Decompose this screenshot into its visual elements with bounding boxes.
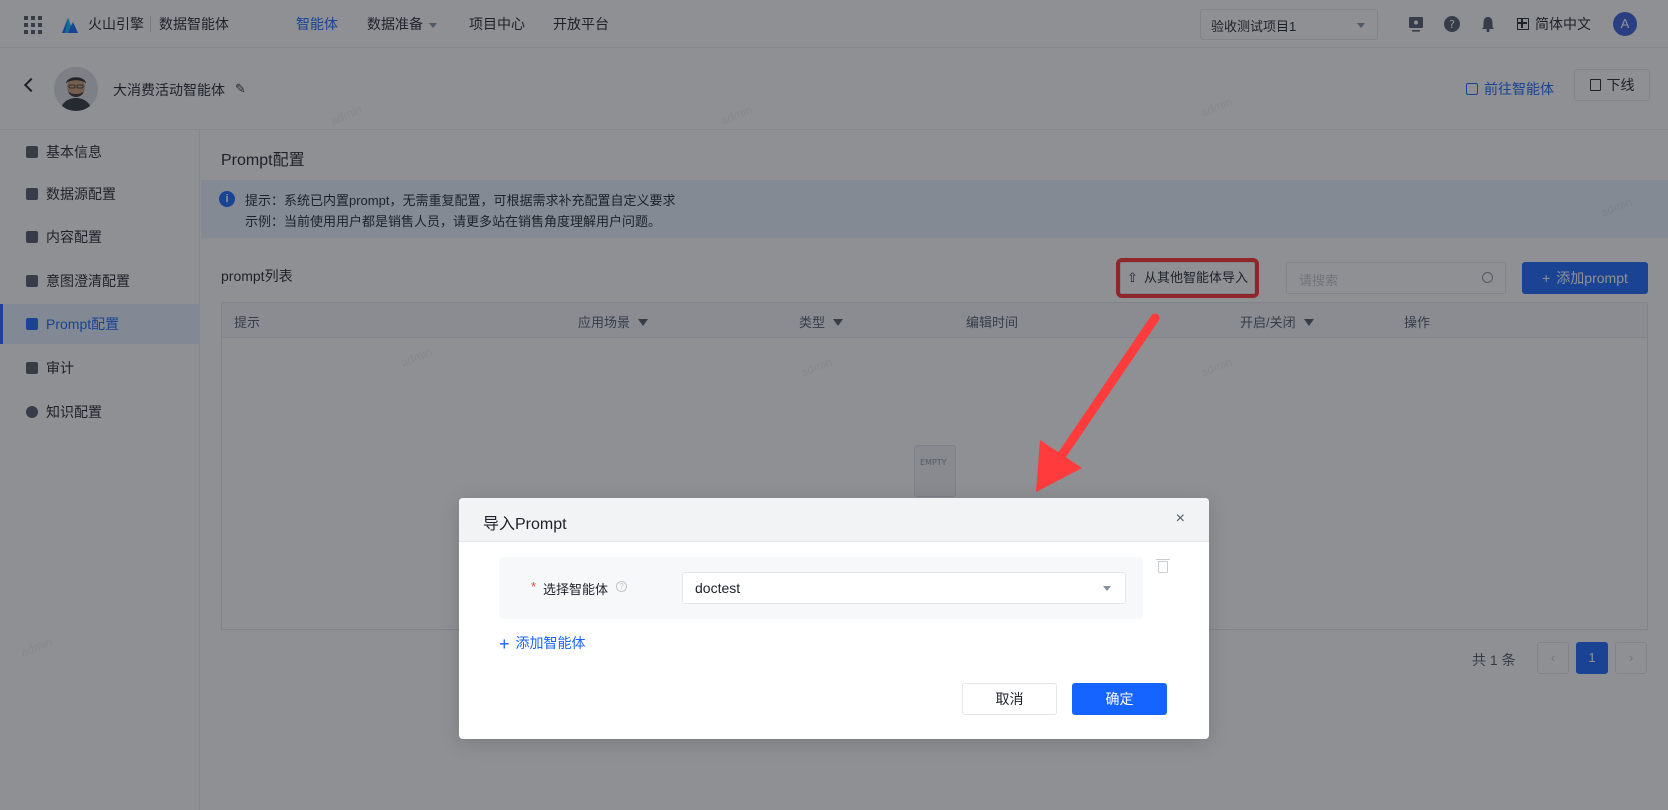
required-marker: *: [531, 579, 537, 594]
agent-select-label: 选择智能体: [543, 582, 609, 597]
import-prompt-dialog: 导入Prompt × * 选择智能体 ? doctest + 添加智能体 取消 确…: [459, 498, 1209, 739]
help-circle-icon[interactable]: ?: [616, 581, 627, 592]
agent-select-value: doctest: [695, 580, 741, 596]
cancel-button[interactable]: 取消: [962, 683, 1057, 715]
plus-icon: +: [499, 634, 510, 654]
close-icon[interactable]: ×: [1176, 510, 1185, 528]
chevron-down-icon: [1103, 586, 1111, 591]
add-agent-label: 添加智能体: [515, 635, 586, 651]
dialog-header: 导入Prompt ×: [459, 498, 1209, 542]
dialog-title: 导入Prompt: [483, 516, 567, 533]
delete-trash-icon[interactable]: [1156, 559, 1170, 573]
confirm-button[interactable]: 确定: [1072, 683, 1167, 715]
agent-select-row: * 选择智能体 ? doctest: [499, 557, 1143, 619]
add-agent-button[interactable]: + 添加智能体: [499, 633, 586, 655]
agent-select[interactable]: doctest: [682, 572, 1126, 604]
